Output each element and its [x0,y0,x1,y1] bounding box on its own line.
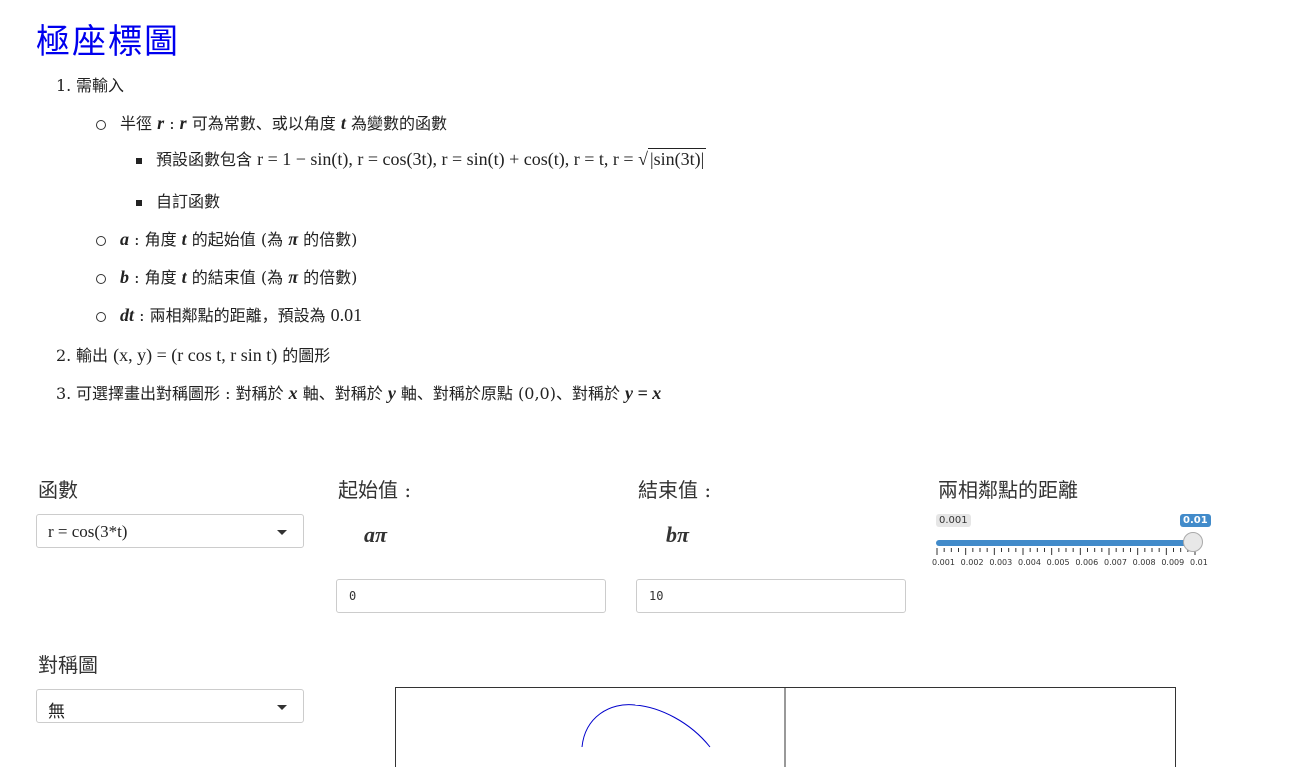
circle-bullet-icon [96,312,106,322]
end-symbol: bπ [666,522,689,548]
list-item-r: 半徑 r : r 可為常數、或以角度 t 為變數的函數 [96,110,447,134]
function-label: 函數 [38,474,78,503]
slider-tick-label: 0.002 [961,558,984,567]
slider-tick-label: 0.006 [1075,558,1098,567]
start-value-input[interactable]: 0 [336,579,606,613]
end-value-label: 結束值 : [638,474,711,503]
polar-plot [395,687,1176,767]
symmetry-select-value: 無 [48,702,65,721]
function-select-value: r = cos(3*t) [48,522,127,541]
circle-bullet-icon [96,120,106,130]
list-item-a: a : 角度 t 的起始值 (為 π 的倍數) [96,226,357,250]
list-item-preset: 預設函數包含 r = 1 − sin(t), r = cos(3t), r = … [136,146,706,170]
slider-handle[interactable] [1183,532,1203,552]
slider-ticks [936,548,1196,556]
list-item-1: 1.需輸入 [56,72,124,96]
circle-bullet-icon [96,274,106,284]
slider-tick-label: 0.01 [1190,558,1208,567]
page-title: 極座標圖 [36,14,180,63]
slider-tick-label: 0.003 [989,558,1012,567]
list-item-2: 2.輸出 (x, y) = (r cos t, r sin t) 的圖形 [56,342,330,366]
chevron-down-icon [277,705,287,710]
function-select[interactable]: r = cos(3*t) [36,514,304,548]
list-item-3: 3.可選擇畫出對稱圖形 : 對稱於 x 軸、對稱於 y 軸、對稱於原點 (0,0… [56,380,661,404]
start-value-label: 起始值 : [338,474,411,503]
symmetry-select[interactable]: 無 [36,689,304,723]
slider-tick-label: 0.007 [1104,558,1127,567]
distance-label: 兩相鄰點的距離 [938,474,1078,503]
slider-tick-label: 0.004 [1018,558,1041,567]
end-value-input[interactable]: 10 [636,579,906,613]
start-symbol: aπ [364,522,387,548]
square-bullet-icon [136,200,142,206]
distance-slider[interactable]: 0.001 0.01 0.0010.0020.0030.0040.0050.00… [936,512,1206,572]
slider-tick-label: 0.001 [932,558,955,567]
chevron-down-icon [277,530,287,535]
list-item-b: b : 角度 t 的結束值 (為 π 的倍數) [96,264,357,288]
circle-bullet-icon [96,236,106,246]
list-item-dt: dt : 兩相鄰點的距離，預設為 0.01 [96,302,362,326]
slider-track[interactable] [936,540,1194,546]
list-item-custom: 自訂函數 [136,188,220,212]
slider-tick-label: 0.009 [1161,558,1184,567]
symmetry-label: 對稱圖 [38,649,98,678]
square-bullet-icon [136,158,142,164]
slider-current-label: 0.01 [1180,514,1211,527]
slider-min-label: 0.001 [936,514,971,527]
slider-tick-label: 0.008 [1133,558,1156,567]
slider-tick-label: 0.005 [1047,558,1070,567]
